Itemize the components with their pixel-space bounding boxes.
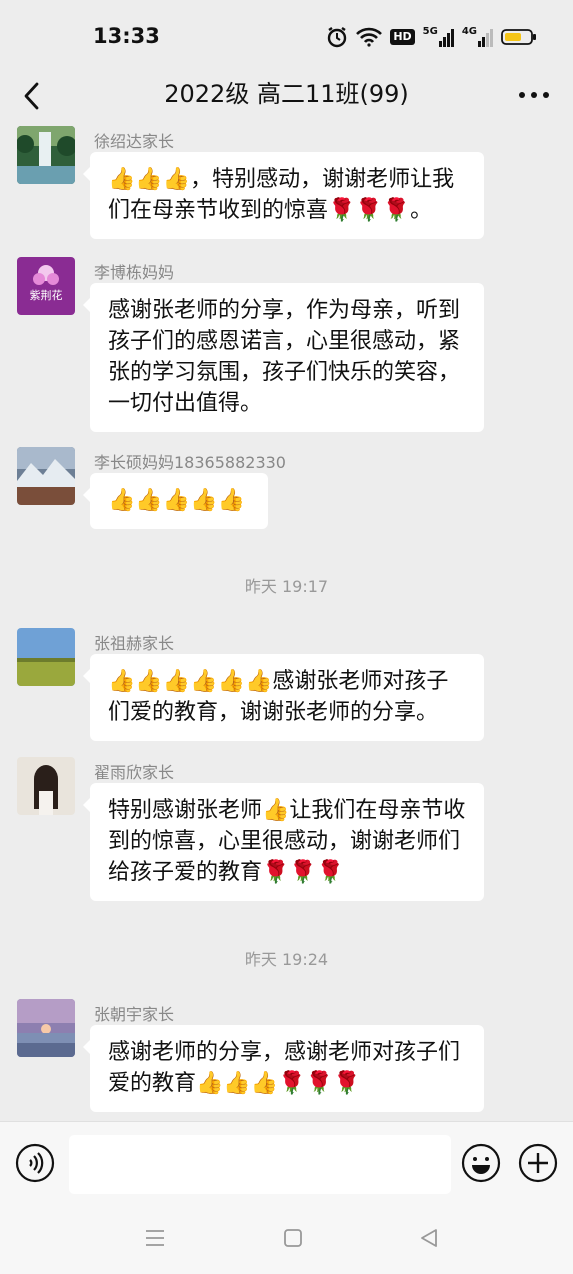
message-bubble[interactable]: 👍👍👍，特别感动，谢谢老师让我们在母亲节收到的惊喜🌹🌹🌹。 [83, 152, 484, 239]
plus-icon[interactable] [518, 1143, 558, 1183]
avatar[interactable] [17, 757, 75, 815]
more-dots-icon[interactable] [517, 90, 551, 100]
message-bubble[interactable]: 特别感谢张老师👍让我们在母亲节收到的惊喜，心里很感动，谢谢老师们给孩子爱的教育🌹… [83, 783, 484, 901]
avatar[interactable]: 紫荆花 [17, 257, 75, 315]
home-icon[interactable] [282, 1227, 304, 1249]
message-bubble[interactable]: 感谢老师的分享，感谢老师对孩子们爱的教育👍👍👍🌹🌹🌹 [83, 1025, 484, 1112]
menu-icon[interactable] [144, 1227, 166, 1249]
avatar[interactable] [17, 999, 75, 1057]
avatar-label: 紫荆花 [30, 289, 63, 302]
chat-messages[interactable]: 徐绍达家长 👍👍👍，特别感动，谢谢老师让我们在母亲节收到的惊喜🌹🌹🌹。 紫荆花 … [0, 126, 573, 1121]
sender-name: 张祖赫家长 [94, 634, 175, 653]
signal-5g-icon: 5G [423, 27, 454, 47]
status-time: 13:33 [93, 24, 160, 48]
chat-header: 2022级 高二11班(99) [0, 70, 573, 126]
message-input[interactable] [69, 1135, 451, 1194]
avatar[interactable] [17, 447, 75, 505]
sender-name: 张朝宇家长 [94, 1005, 175, 1024]
status-bar: 13:33 HD 5G 4G [0, 0, 573, 70]
signal-4g-icon: 4G [462, 27, 493, 47]
input-bar [0, 1121, 573, 1208]
avatar[interactable] [17, 126, 75, 184]
message-bubble[interactable]: 👍👍👍👍👍 [83, 473, 268, 529]
battery-icon [501, 29, 536, 45]
chat-title: 2022级 高二11班(99) [164, 80, 409, 108]
alarm-icon [328, 27, 347, 48]
system-navigation [0, 1207, 573, 1274]
sender-name: 翟雨欣家长 [94, 763, 175, 782]
hd-icon: HD [390, 29, 415, 45]
emoji-icon[interactable] [461, 1143, 501, 1183]
message-bubble[interactable]: 👍👍👍👍👍👍感谢张老师对孩子们爱的教育，谢谢张老师的分享。 [83, 654, 484, 741]
status-icons: HD 5G 4G [326, 24, 537, 50]
sender-name: 徐绍达家长 [94, 132, 175, 151]
back-triangle-icon[interactable] [418, 1227, 440, 1249]
voice-icon[interactable] [15, 1143, 55, 1183]
wifi-icon [356, 27, 383, 47]
timestamp: 昨天 19:24 [244, 950, 329, 969]
message-bubble[interactable]: 感谢张老师的分享，作为母亲，听到孩子们的感恩诺言，心里很感动，紧张的学习氛围，孩… [83, 283, 484, 432]
sender-name: 李长硕妈妈18365882330 [94, 453, 286, 472]
sender-name: 李博栋妈妈 [94, 263, 175, 282]
timestamp: 昨天 19:17 [244, 577, 329, 596]
avatar[interactable] [17, 628, 75, 686]
